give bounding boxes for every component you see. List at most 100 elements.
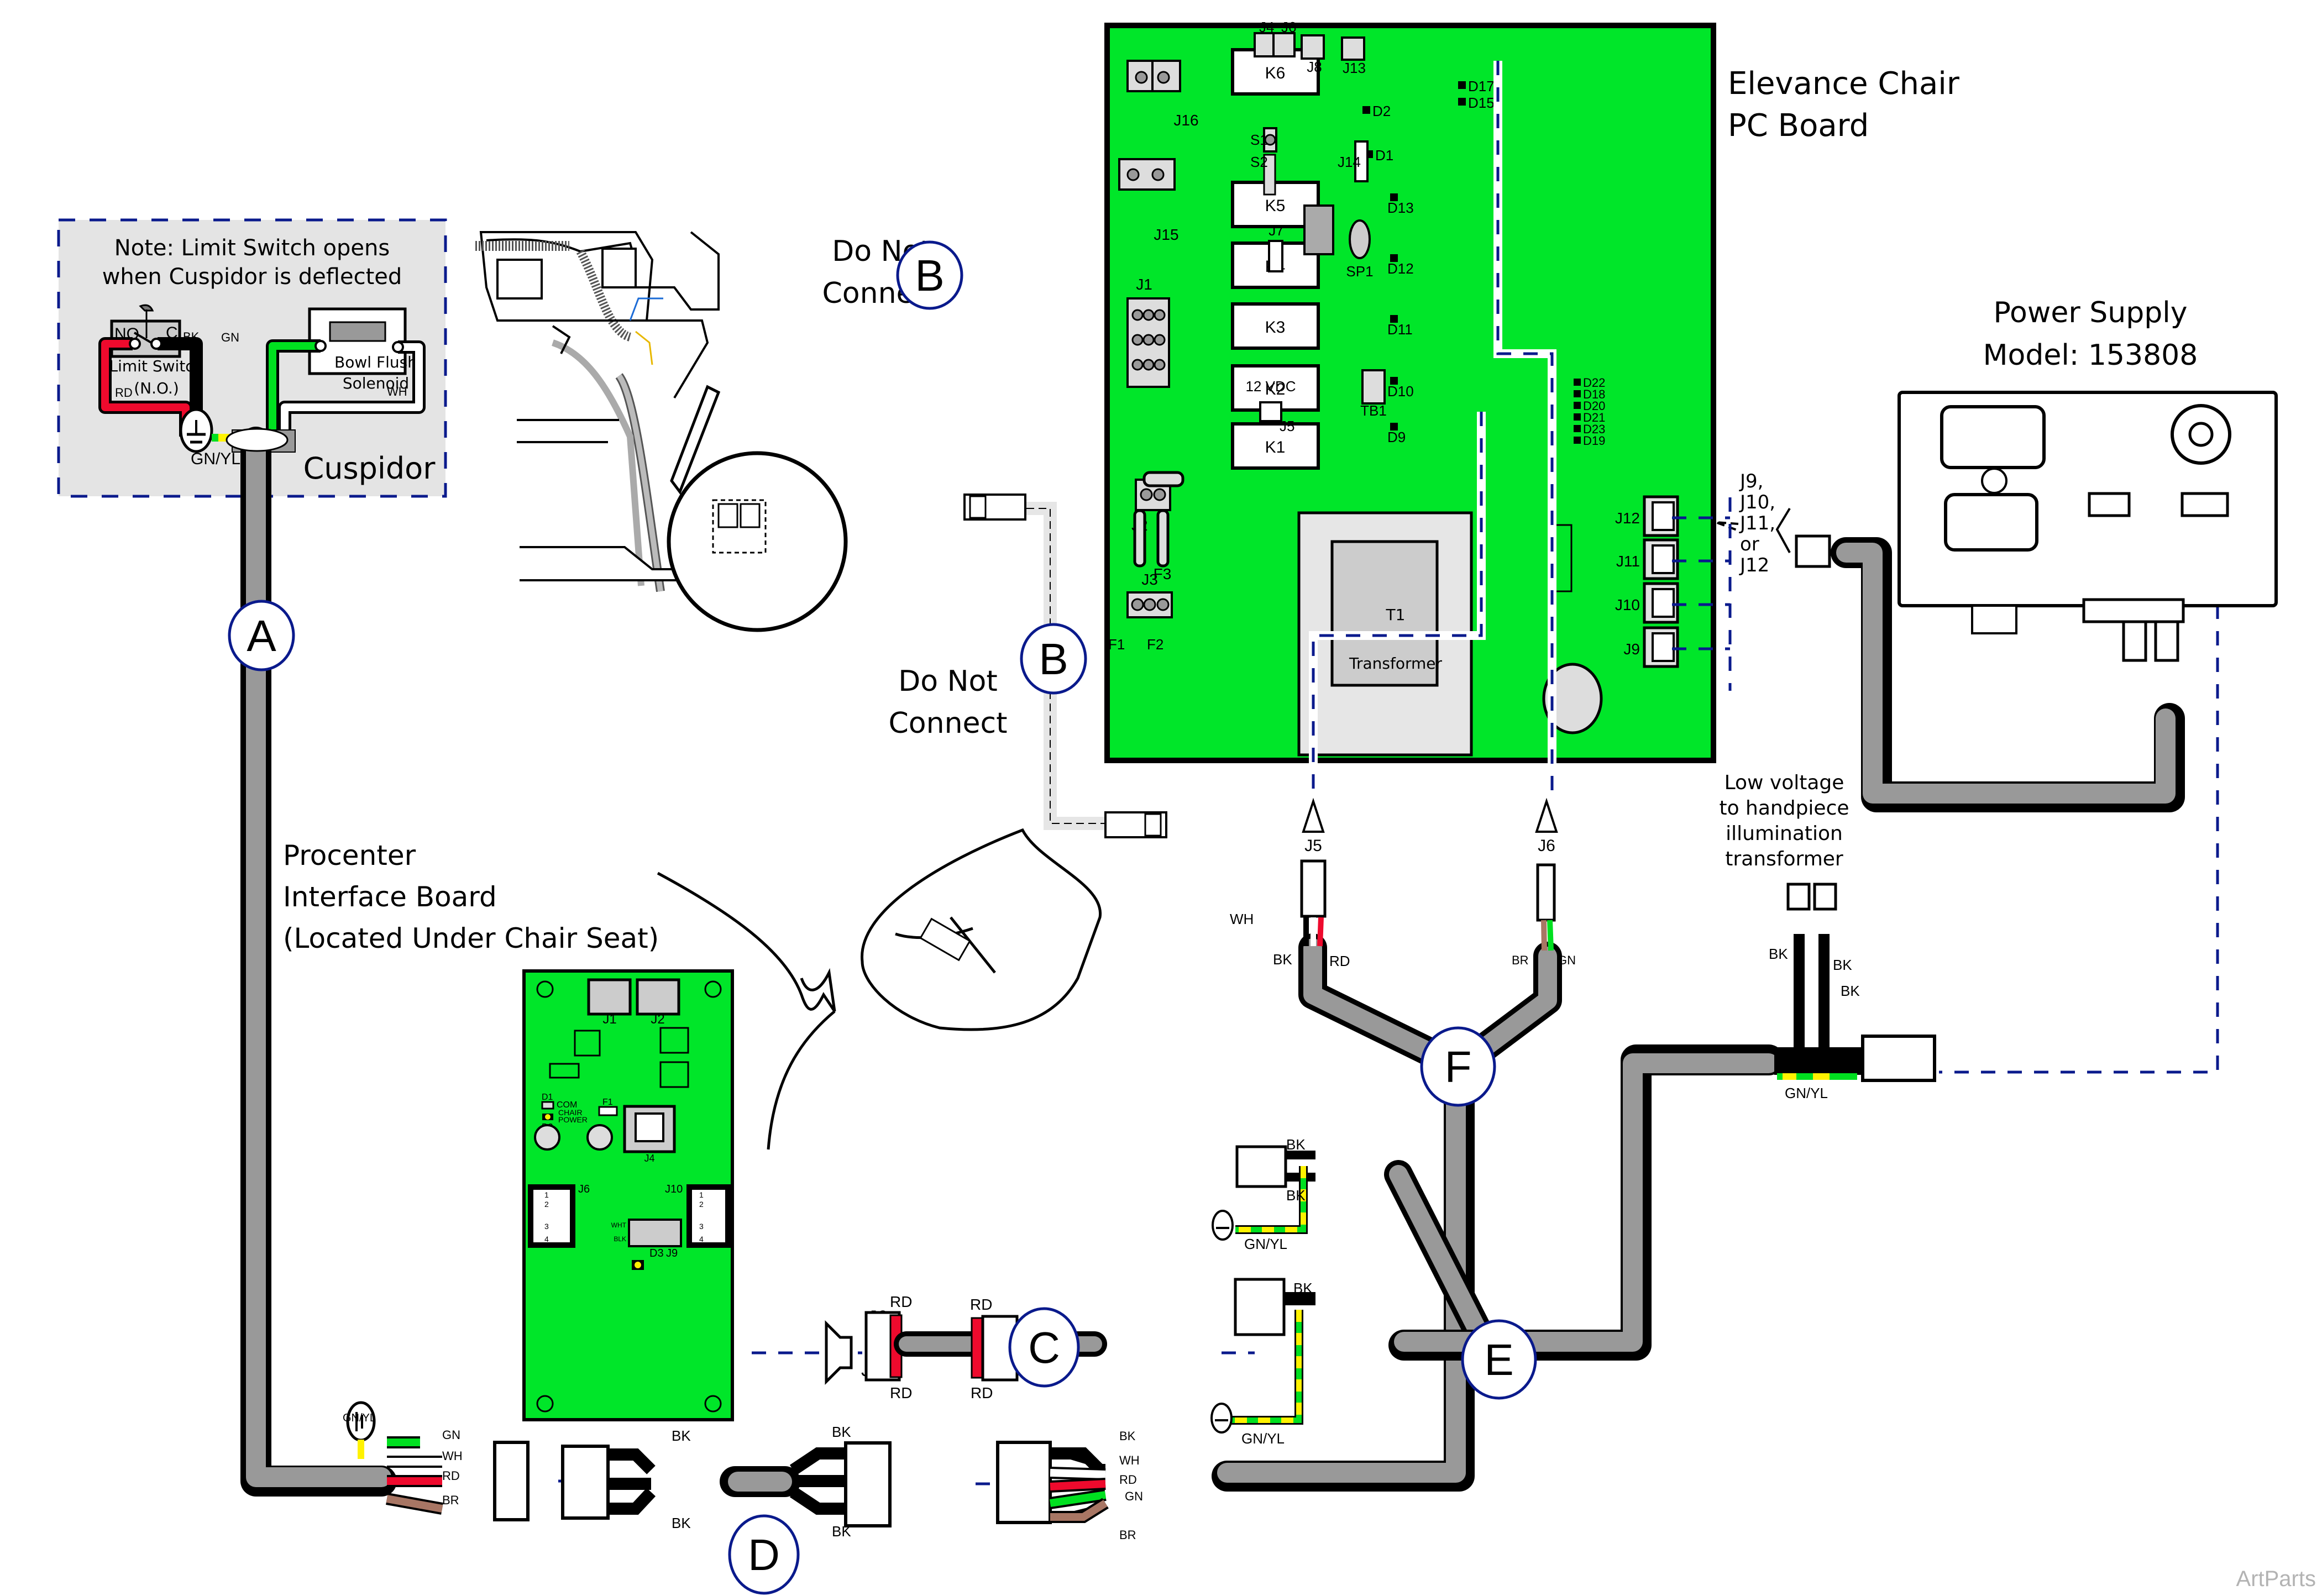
e-bk-top2: BK	[1286, 1187, 1306, 1204]
procenter-j1-connector	[587, 978, 632, 1016]
j16-label: J16	[1173, 112, 1198, 129]
led-label: D11	[1387, 321, 1413, 338]
j5-connector	[1259, 401, 1282, 422]
ps-bk3: BK	[1841, 983, 1860, 999]
callout-letter: F	[1445, 1042, 1472, 1091]
j16-connector	[1126, 60, 1181, 92]
j10-pin-label: 4	[699, 1235, 704, 1243]
f1-label: F1	[1108, 636, 1125, 653]
callout-e: E	[1461, 1319, 1537, 1400]
rj-plug-power	[1795, 534, 1831, 568]
j7-label: J7	[1269, 222, 1283, 239]
t1-label: T1	[1386, 606, 1406, 624]
callout-b: B	[896, 240, 963, 310]
tb1-label: TB1	[1360, 402, 1387, 419]
iec-inlet-bottom	[1944, 493, 2038, 552]
sp1-label: SP1	[1346, 263, 1373, 280]
procenter-title3: (Located Under Chair Seat)	[283, 922, 659, 954]
d-right-rd: RD	[1119, 1473, 1137, 1487]
rj-callout-text: J9, J10, J11, or J12	[1715, 470, 1831, 576]
low-voltage-note1: Low voltage	[1725, 771, 1844, 794]
d-left-wh: WH	[442, 1449, 463, 1463]
j8-connector	[1301, 34, 1325, 60]
voltage-label: 12 VDC	[1245, 378, 1296, 395]
j10-pin-label: 2	[699, 1200, 704, 1209]
d-connector-2	[561, 1445, 610, 1520]
led-label: D19	[1583, 434, 1605, 448]
procenter-j9-label: J9	[666, 1247, 678, 1259]
do-not-connect-bottom-line2: Connect	[888, 707, 1007, 740]
rj-callout-line5: J12	[1739, 554, 1769, 576]
callout-letter: B	[915, 251, 944, 300]
callout-letter: B	[1039, 634, 1068, 684]
procenter-title2: Interface Board	[283, 881, 497, 913]
procenter-fuse	[598, 1106, 618, 1116]
d-right-br: BR	[1119, 1528, 1136, 1542]
chair-pc-board: Elevance Chair PC Board K6K5K4K3K2K1D13D…	[1104, 19, 1960, 763]
e-connector-top	[1235, 1145, 1287, 1188]
procenter-j10-label: J10	[665, 1183, 683, 1195]
transformer-label: Transformer	[1349, 654, 1443, 673]
e-ground-bottom: GN/YL	[1241, 1430, 1285, 1447]
sp1-speaker	[1349, 219, 1371, 259]
limit-switch-label1: Limit Switch	[109, 357, 204, 375]
d-right-bk: BK	[1119, 1429, 1136, 1443]
c-rd-bottom-left: RD	[890, 1384, 912, 1401]
j3-connector	[1126, 591, 1173, 618]
microcontroller	[1303, 204, 1334, 255]
j13-label: J13	[1343, 60, 1366, 76]
j1-pin	[1142, 334, 1155, 346]
f-j5-plug	[1300, 859, 1327, 918]
power-supply-title2: Model: 153808	[1983, 339, 2198, 372]
j10-label: J10	[1615, 596, 1640, 613]
d-connector-3	[844, 1441, 892, 1527]
c-rd-top-right: RD	[970, 1296, 992, 1313]
j6-pin-label: 4	[544, 1235, 549, 1243]
led-label: D1	[1375, 147, 1393, 164]
ps-harness: BK BK BK GN/YL	[1769, 883, 1936, 1101]
harness-f: J5 J6 WH BK RD BR GN	[1230, 797, 1576, 969]
wiring-diagram: Note: Limit Switch opens when Cuspidor i…	[57, 19, 2316, 1595]
procenter-j6-label: J6	[578, 1183, 590, 1195]
f-j6-label: J6	[1538, 837, 1555, 855]
ground-symbol-icon	[1212, 1210, 1234, 1241]
ground-symbol-icon	[179, 408, 213, 453]
d-bk2: BK	[672, 1515, 691, 1531]
rj-callout-line2: J10,	[1739, 491, 1775, 513]
f-j6-plug	[1536, 863, 1556, 922]
led-label: D2	[1372, 103, 1391, 119]
led-label: D12	[1387, 260, 1414, 277]
j1-pin	[1131, 359, 1144, 371]
j1-pin	[1131, 334, 1144, 346]
d-right-wh: WH	[1119, 1453, 1140, 1467]
relay-k1: K1	[1231, 422, 1320, 470]
callout-letter: D	[748, 1530, 780, 1579]
procenter-f1: F1	[602, 1098, 613, 1107]
limit-switch-label2: (N.O.)	[134, 379, 179, 397]
cuspidor-title: Cuspidor	[303, 451, 436, 486]
relay-label: K5	[1265, 197, 1286, 215]
callout-letter: C	[1028, 1323, 1060, 1372]
relay-label: K3	[1265, 318, 1286, 337]
harness-e: BK BK GN/YL BK GN/YL	[1210, 1136, 1315, 1447]
callout-b: B	[1020, 623, 1087, 695]
j7-jumper	[1268, 240, 1283, 272]
cuspidor-note-line2: when Cuspidor is deflected	[102, 264, 402, 290]
j1-pin	[1154, 359, 1166, 371]
j1-pin	[1154, 309, 1166, 321]
d-right-gn: GN	[1125, 1489, 1143, 1503]
e-connector-bottom	[1234, 1278, 1286, 1336]
power-supply-title1: Power Supply	[1994, 296, 2188, 329]
d-connector-4	[996, 1441, 1052, 1524]
procenter-d2-label2: POWER	[558, 1115, 588, 1124]
j1-pin	[1131, 309, 1144, 321]
low-voltage-note3: illumination	[1726, 822, 1843, 845]
ps-bk2: BK	[1833, 957, 1852, 973]
procenter-d1: D1	[542, 1093, 553, 1102]
cuspidor-note-line1: Note: Limit Switch opens	[114, 235, 390, 261]
c-rd-bottom-right: RD	[971, 1384, 993, 1401]
led-label: D10	[1387, 383, 1414, 400]
led-label: D17	[1468, 78, 1495, 95]
callout-letter: A	[247, 611, 276, 660]
ps-molex-left	[2088, 492, 2131, 517]
